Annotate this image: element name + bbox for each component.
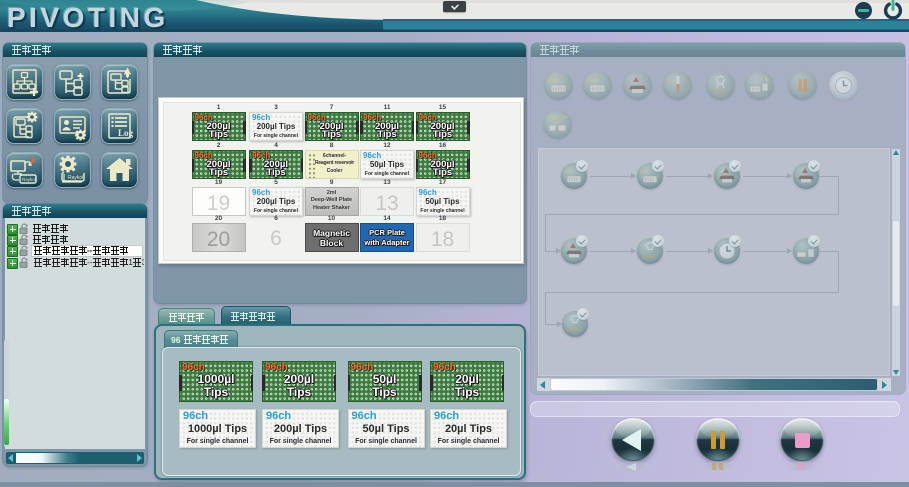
svg-text:Raykol: Raykol (68, 175, 83, 181)
svg-text:Raykol: Raykol (22, 177, 36, 182)
svg-text:Log: Log (118, 128, 134, 138)
